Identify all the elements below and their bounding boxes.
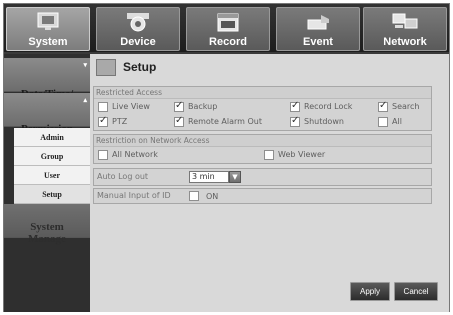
tab-label: Device xyxy=(120,36,156,48)
menu-section-permission-manage[interactable]: ▴ Permission Manage xyxy=(4,93,90,147)
tab-system[interactable]: System xyxy=(6,7,90,51)
group-title: Restriction on Network Access xyxy=(94,135,431,147)
dvr-setup-window: System Device Record Event Network ▾ ▴ A… xyxy=(3,3,450,312)
monitor-icon xyxy=(37,12,59,30)
menu-section-date-time-language[interactable]: ▾ Date/Time/ Language xyxy=(4,58,90,112)
chevron-up-icon: ▴ xyxy=(83,96,87,104)
chevron-down-icon[interactable]: ▼ xyxy=(229,171,241,183)
checkbox-ptz[interactable] xyxy=(98,115,108,127)
option-label: Search xyxy=(392,102,420,111)
auto-logout-select[interactable]: 3 min xyxy=(189,171,229,183)
option-label: Remote Alarm Out xyxy=(188,117,262,126)
checkbox-web-viewer[interactable] xyxy=(264,150,274,160)
option-label: PTZ xyxy=(112,117,128,126)
apply-button[interactable]: Apply xyxy=(350,282,390,301)
page-title: Setup xyxy=(123,60,157,74)
checkbox-record-lock[interactable] xyxy=(290,100,300,112)
option-label: Shutdown xyxy=(304,117,344,126)
tab-label: Network xyxy=(383,36,427,48)
checkbox-remote-alarm-out[interactable] xyxy=(174,115,184,127)
camera-icon xyxy=(127,13,149,32)
option-label: All Network xyxy=(112,150,158,159)
option-label: All xyxy=(392,117,402,126)
checkbox-all-network[interactable] xyxy=(98,150,108,160)
tab-label: Record xyxy=(209,36,247,48)
checkbox-backup[interactable] xyxy=(174,100,184,112)
checkbox-manual-id-on[interactable] xyxy=(189,191,199,201)
tab-record[interactable]: Record xyxy=(186,7,270,51)
option-label: Live View xyxy=(112,102,150,111)
option-label: Web Viewer xyxy=(278,150,326,159)
menu-item-admin[interactable]: Admin xyxy=(14,128,90,147)
setup-monitor-icon xyxy=(96,59,116,76)
option-label: Backup xyxy=(188,102,218,111)
cancel-button[interactable]: Cancel xyxy=(394,282,438,301)
network-computers-icon xyxy=(392,13,418,29)
manual-id-row: Manual Input of ID ON xyxy=(93,188,432,204)
checkbox-all[interactable] xyxy=(378,117,388,127)
option-label: ON xyxy=(206,192,219,201)
chevron-down-icon: ▾ xyxy=(83,61,87,69)
tab-device[interactable]: Device xyxy=(96,7,180,51)
menu-item-user[interactable]: User xyxy=(14,166,90,185)
restricted-access-group: Restricted Access Live View Backup Recor… xyxy=(93,86,432,131)
checkbox-shutdown[interactable] xyxy=(290,115,300,127)
setup-panel: Setup Restricted Access Live View Backup… xyxy=(90,54,449,312)
auto-logout-row: Auto Log out 3 min ▼ xyxy=(93,168,432,186)
menu-section-system-manage[interactable]: System Manage xyxy=(4,204,90,245)
menu-section-label: System Manage xyxy=(28,221,66,245)
checkbox-search[interactable] xyxy=(378,100,388,112)
tab-network[interactable]: Network xyxy=(363,7,447,51)
event-camera-icon xyxy=(307,15,329,30)
tab-event[interactable]: Event xyxy=(276,7,360,51)
auto-logout-label: Auto Log out xyxy=(97,172,149,181)
group-title: Restricted Access xyxy=(94,87,431,99)
top-tab-bar: System Device Record Event Network xyxy=(4,4,449,52)
manual-id-label: Manual Input of ID xyxy=(97,191,171,200)
menu-item-group[interactable]: Group xyxy=(14,147,90,166)
network-restriction-group: Restriction on Network Access All Networ… xyxy=(93,134,432,164)
rec-calendar-icon xyxy=(217,13,239,32)
menu-item-setup[interactable]: Setup xyxy=(14,185,90,204)
left-menu: ▾ Date/Time/ Language ▴ Permission Manag… xyxy=(4,54,90,312)
tab-label: System xyxy=(28,36,68,48)
checkbox-live-view[interactable] xyxy=(98,102,108,112)
option-label: Record Lock xyxy=(304,102,353,111)
tab-label: Event xyxy=(303,36,333,48)
